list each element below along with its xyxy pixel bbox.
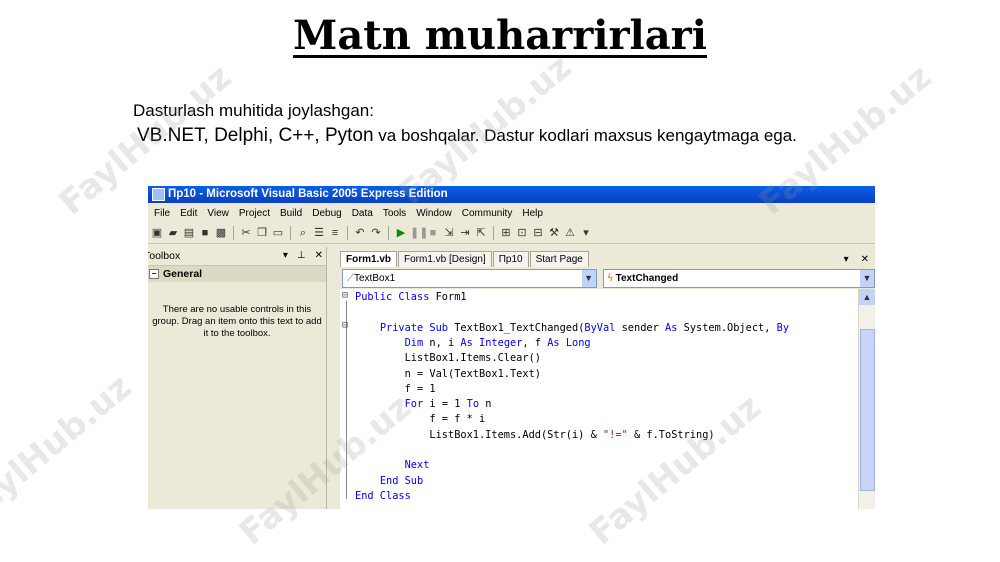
solution-explorer-icon[interactable]: ⊞ <box>499 226 513 240</box>
document-tabs: Form1.vb Form1.vb [Design] Пр10 Start Pa… <box>340 251 875 267</box>
app-icon <box>152 188 165 201</box>
toolbox-group-general[interactable]: − General <box>148 266 326 282</box>
toolbox-group-label: General <box>163 268 203 280</box>
tab-list-icon[interactable]: ▾ <box>838 252 855 267</box>
collapse-icon[interactable]: ⊟ <box>342 320 348 331</box>
watermark: FaylHub.uz <box>0 366 140 534</box>
collapse-icon[interactable]: − <box>149 269 159 279</box>
slide-title: Matn muharrirlari <box>293 12 707 59</box>
dropdown-icon[interactable]: ▾ <box>283 247 288 265</box>
collapse-icon[interactable]: ⊟ <box>342 290 348 301</box>
intro-text: Dasturlash muhitida joylashgan: <box>133 101 374 120</box>
toolbox-empty-message: There are no usable controls in this gro… <box>152 304 322 339</box>
code-line: End Class <box>355 489 411 502</box>
code-line: Private Sub TextBox1_TextChanged(ByVal s… <box>379 321 790 334</box>
error-list-icon[interactable]: ⚠ <box>563 226 577 240</box>
close-icon[interactable]: ✕ <box>315 247 323 265</box>
chevron-down-icon[interactable]: ▼ <box>860 269 874 287</box>
code-editor: Form1.vb Form1.vb [Design] Пр10 Start Pa… <box>340 251 875 509</box>
languages-text: VB.NET, Delphi, C++, Pyton va boshqalar.… <box>137 125 797 146</box>
menu-debug[interactable]: Debug <box>308 208 347 219</box>
toolbar-options-icon[interactable]: ▾ <box>579 226 593 240</box>
scroll-up-icon[interactable]: ▲ <box>859 289 875 305</box>
menu-project[interactable]: Project <box>235 208 276 219</box>
code-area[interactable]: ⊟ ⊟ Public Class Form1 Private Sub TextB… <box>340 289 855 509</box>
code-line: n = Val(TextBox1.Text) <box>355 367 541 380</box>
code-line: f = 1 <box>355 382 436 395</box>
menu-view[interactable]: View <box>203 208 235 219</box>
save-icon[interactable]: ■ <box>198 226 212 240</box>
code-line: End Sub <box>379 474 424 487</box>
comment-icon[interactable]: ☰ <box>312 226 326 240</box>
ide-titlebar: Пр10 - Microsoft Visual Basic 2005 Expre… <box>148 186 875 203</box>
lightning-icon: ϟ <box>607 272 613 284</box>
menu-edit[interactable]: Edit <box>176 208 203 219</box>
save-all-icon[interactable]: ▩ <box>214 226 228 240</box>
toolbox-icon[interactable]: ⚒ <box>547 226 561 240</box>
scroll-thumb[interactable] <box>860 329 875 491</box>
chevron-down-icon[interactable]: ▼ <box>581 269 596 287</box>
toolbox-header: Toolbox ▾ ⊥ ✕ <box>148 247 326 266</box>
menu-help[interactable]: Help <box>518 208 549 219</box>
uncomment-icon[interactable]: ≡ <box>328 226 342 240</box>
object-selector[interactable]: ⟋TextBox1 ▼ <box>342 268 597 288</box>
find-icon[interactable]: ⌕ <box>296 226 310 240</box>
menu-window[interactable]: Window <box>412 208 458 219</box>
toolbox-panel: Toolbox ▾ ⊥ ✕ − General There are no usa… <box>148 247 327 509</box>
paste-icon[interactable]: ▭ <box>271 226 285 240</box>
ide-window: Пр10 - Microsoft Visual Basic 2005 Expre… <box>148 186 875 509</box>
code-line: f = f * i <box>355 413 486 426</box>
menu-community[interactable]: Community <box>458 208 519 219</box>
code-line: Public Class Form1 <box>355 291 467 303</box>
tab-form1-design[interactable]: Form1.vb [Design] <box>398 251 492 267</box>
new-project-icon[interactable]: ▣ <box>150 226 164 240</box>
menu-build[interactable]: Build <box>276 208 308 219</box>
object-browser-icon[interactable]: ⊟ <box>531 226 545 240</box>
redo-icon[interactable]: ↷ <box>369 226 383 240</box>
code-line: ListBox1.Items.Clear() <box>355 352 541 365</box>
menu-file[interactable]: File <box>150 208 176 219</box>
properties-icon[interactable]: ⊡ <box>515 226 529 240</box>
code-line: Dim n, i As Integer, f As Long <box>404 336 591 349</box>
tab-start-page[interactable]: Start Page <box>529 251 589 267</box>
step-into-icon[interactable]: ⇲ <box>442 226 456 240</box>
cut-icon[interactable]: ✂ <box>239 226 253 240</box>
tab-project[interactable]: Пр10 <box>492 251 529 267</box>
menu-bar: File Edit View Project Build Debug Data … <box>148 203 875 223</box>
standard-toolbar: ▣ ▰ ▤ ■ ▩ ✂ ❐ ▭ ⌕ ☰ ≡ ↶ ↷ ▶ ❚❚ ■ ⇲ ⇥ ⇱ ⊞… <box>148 223 875 244</box>
code-line: For i = 1 To n <box>404 398 492 411</box>
event-selector[interactable]: ϟ TextChanged ▼ <box>602 268 875 288</box>
add-item-icon[interactable]: ▤ <box>182 226 196 240</box>
step-out-icon[interactable]: ⇱ <box>474 226 488 240</box>
code-line: Next <box>404 459 430 472</box>
code-selectors: ⟋TextBox1 ▼ ϟ TextChanged ▼ <box>340 267 875 289</box>
undo-icon[interactable]: ↶ <box>353 226 367 240</box>
pause-icon[interactable]: ❚❚ <box>410 226 428 240</box>
menu-data[interactable]: Data <box>348 208 379 219</box>
tab-form1-vb[interactable]: Form1.vb <box>340 251 398 267</box>
pin-icon[interactable]: ⊥ <box>297 247 306 265</box>
vertical-scrollbar[interactable]: ▲ <box>858 289 875 509</box>
textbox-icon: ⟋ <box>347 272 354 284</box>
stop-icon[interactable]: ■ <box>426 226 440 240</box>
toolbox-title: Toolbox <box>148 250 181 262</box>
code-line: ListBox1.Items.Add(Str(i) & "!=" & f.ToS… <box>355 428 715 441</box>
copy-icon[interactable]: ❐ <box>255 226 269 240</box>
start-debug-icon[interactable]: ▶ <box>394 226 408 240</box>
close-tab-icon[interactable]: ✕ <box>855 252 875 267</box>
open-folder-icon[interactable]: ▰ <box>166 226 180 240</box>
menu-tools[interactable]: Tools <box>379 208 412 219</box>
step-over-icon[interactable]: ⇥ <box>458 226 472 240</box>
